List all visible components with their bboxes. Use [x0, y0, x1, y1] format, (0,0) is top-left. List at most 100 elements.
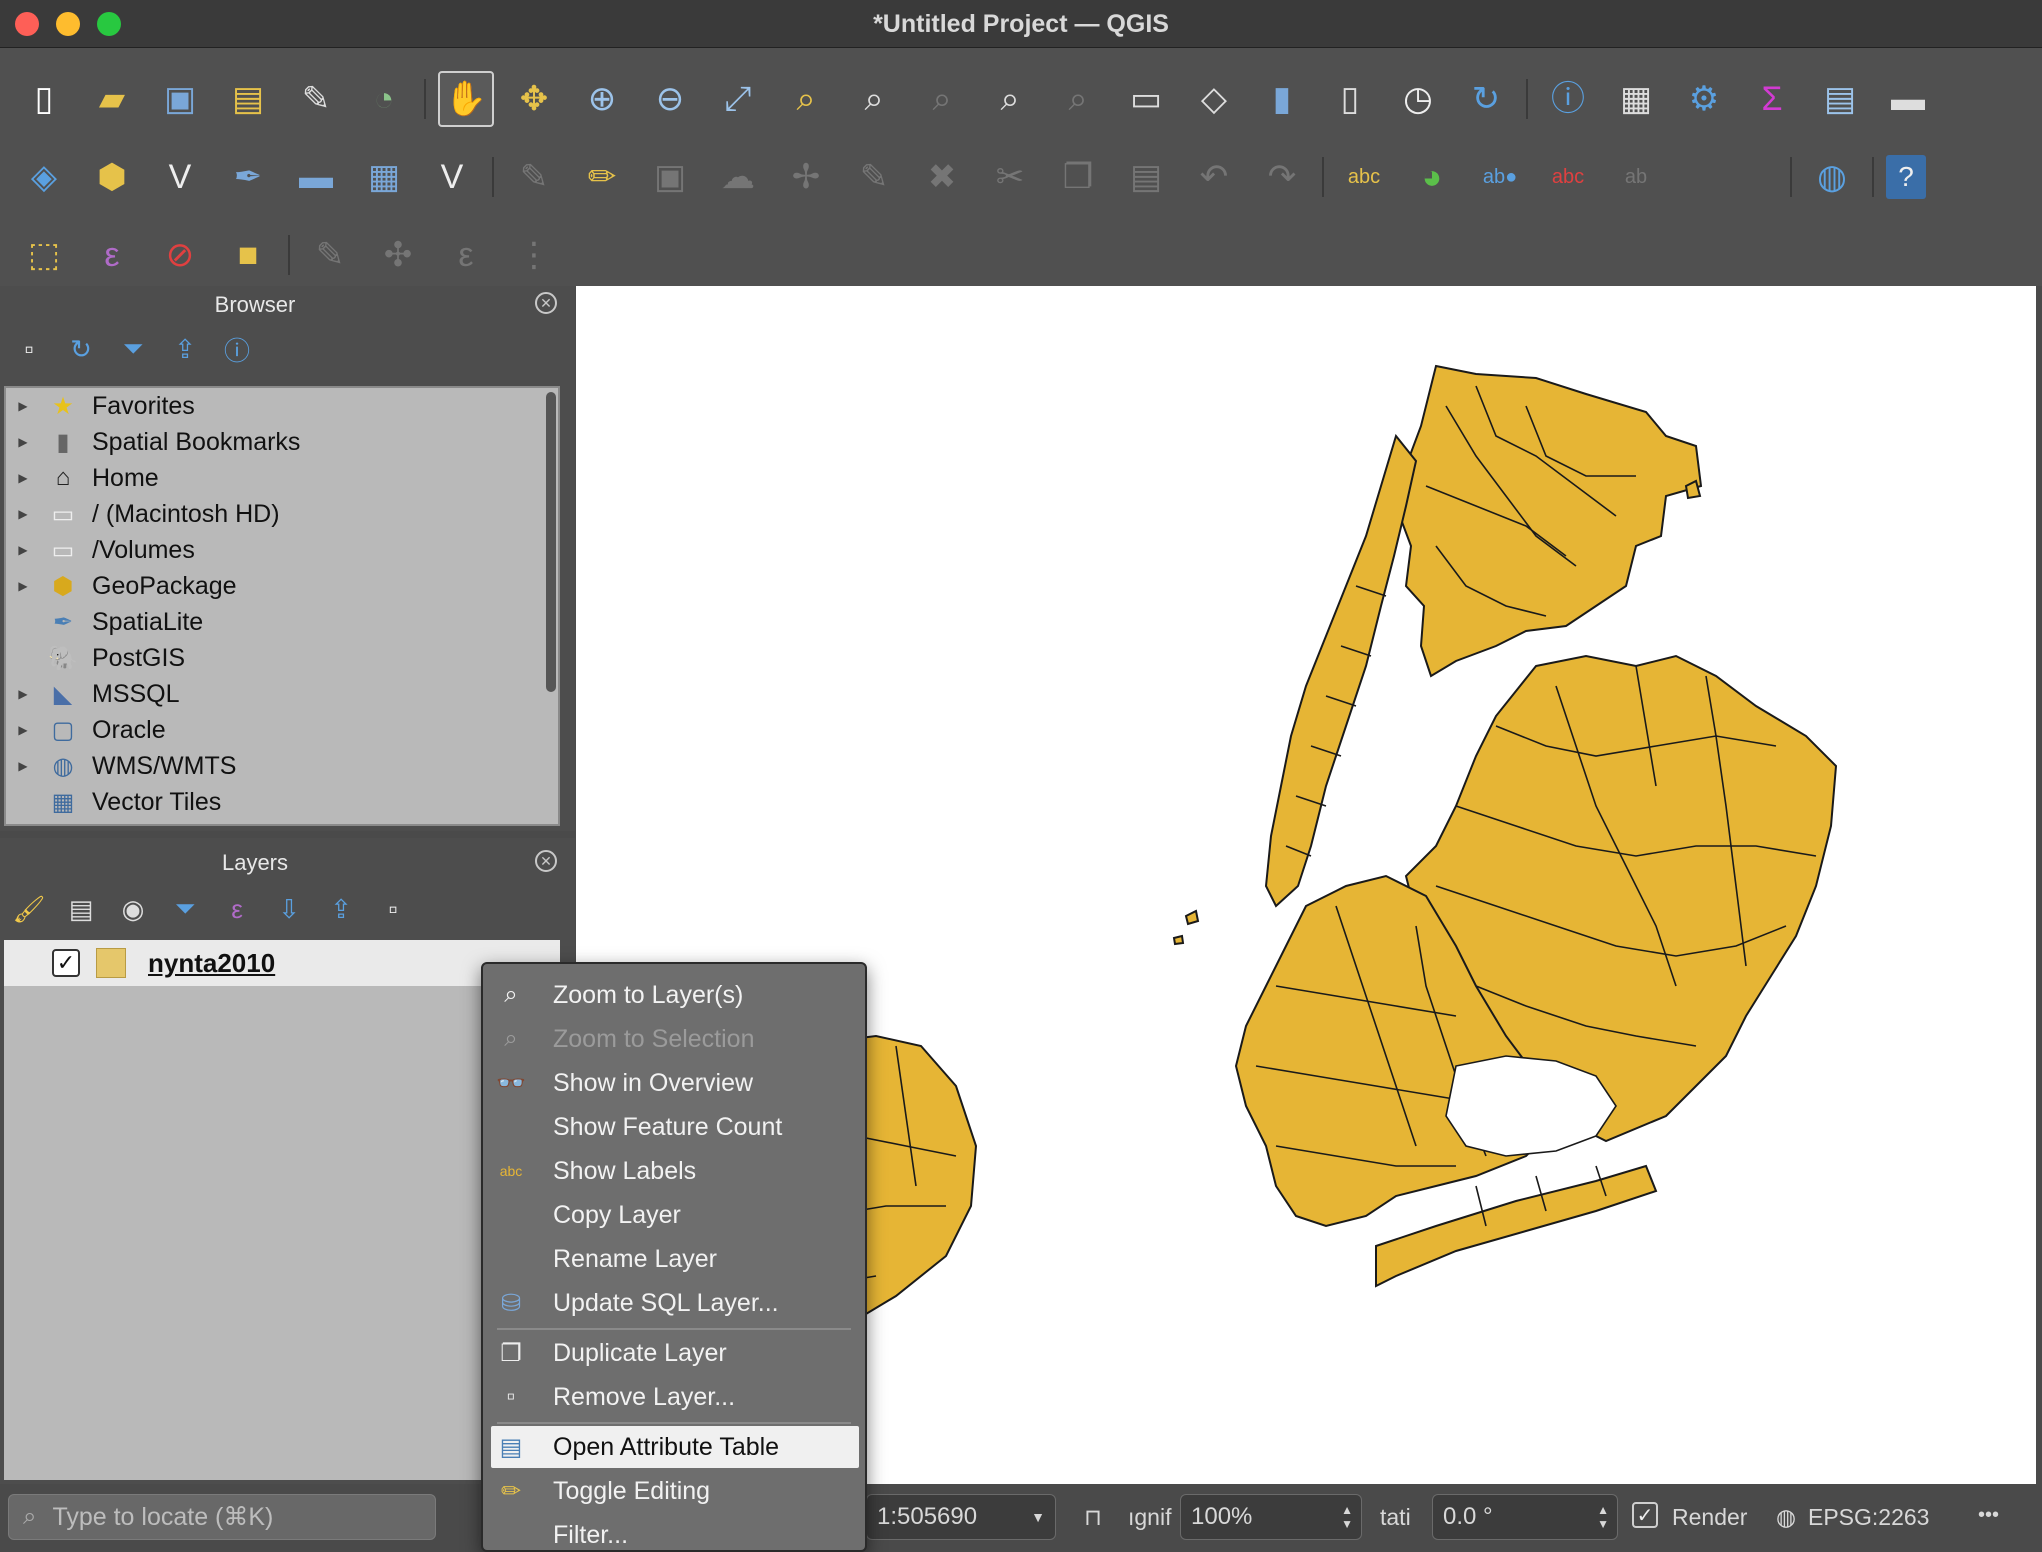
rotation-spinbox[interactable]: 0.0 ° ▲ ▼ [1432, 1494, 1618, 1540]
toolbox-icon[interactable]: ⚙ [1676, 71, 1732, 127]
expand-arrow-icon[interactable]: ▶ [6, 435, 40, 449]
browser-item-geopackage[interactable]: ▶ ⬢ GeoPackage [6, 568, 558, 604]
data-source-manager-icon[interactable]: ◈ [16, 149, 72, 205]
label-toolbar-icon[interactable]: abc [1336, 149, 1392, 205]
browser-item-postgis[interactable]: 🐘 PostGIS [6, 640, 558, 676]
select-by-location-icon[interactable]: ■ [220, 227, 276, 283]
collapse-all-icon[interactable]: ⇪ [322, 890, 360, 928]
style-manager-icon[interactable]: ◔ [356, 71, 412, 127]
remove-layer-icon[interactable]: ▫ [374, 890, 412, 928]
pin-labels-icon[interactable]: ab● [1472, 149, 1528, 205]
pan-icon[interactable]: ✋ [438, 71, 494, 127]
browser-item-vector-tiles[interactable]: ▦ Vector Tiles [6, 784, 558, 820]
style-layer-icon[interactable]: 🖌 [10, 890, 48, 928]
filter-legend-icon[interactable]: ⏷ [166, 890, 204, 928]
zoom-out-icon[interactable]: ⊖ [642, 71, 698, 127]
statistical-summary-icon[interactable]: Σ [1744, 71, 1800, 127]
menu-item-open-attribute-table[interactable]: ▤ Open Attribute Table [491, 1426, 859, 1468]
browser-item-oracle[interactable]: ▶ ▢ Oracle [6, 712, 558, 748]
cut-icon[interactable]: ✂ [982, 149, 1038, 205]
zoom-next-icon[interactable]: ⌕ [1050, 71, 1106, 127]
new-virtual-layer-icon[interactable]: ▦ [356, 149, 412, 205]
deselect-all-icon[interactable]: ⊘ [152, 227, 208, 283]
spinner-arrows-icon[interactable]: ▲ ▼ [1597, 1503, 1609, 1531]
browser-item-spatial-bookmarks[interactable]: ▶ ▮ Spatial Bookmarks [6, 424, 558, 460]
layer-item[interactable]: ✓ nynta2010 [4, 940, 560, 986]
browser-item-spatialite[interactable]: ✒ SpatiaLite [6, 604, 558, 640]
diagram-icon[interactable]: ◕ [1404, 149, 1460, 205]
browser-scrollbar[interactable] [546, 392, 556, 692]
vertex-tool-icon[interactable]: ✢ [778, 149, 834, 205]
undo-icon[interactable]: ↶ [1186, 149, 1242, 205]
menu-item-rename-layer[interactable]: Rename Layer [491, 1238, 859, 1280]
zoom-full-icon[interactable]: ⤢ [710, 71, 766, 127]
select-features-icon[interactable]: ⬚ [16, 227, 72, 283]
new-project-icon[interactable]: ▯ [16, 71, 72, 127]
browser-item-volumes[interactable]: ▶ ▭ /Volumes [6, 532, 558, 568]
layout-manager-icon[interactable]: ✎ [288, 71, 344, 127]
new-spatialite-layer-icon[interactable]: ✒ [220, 149, 276, 205]
digitize-icon[interactable]: ☁ [710, 149, 766, 205]
new-temporary-layer-icon[interactable]: ▬ [288, 149, 344, 205]
menu-item-copy-layer[interactable]: Copy Layer [491, 1194, 859, 1236]
browser-item-macintosh-hd[interactable]: ▶ ▭ / (Macintosh HD) [6, 496, 558, 532]
open-attribute-table-toolbar-icon[interactable]: ▦ [1608, 71, 1664, 127]
menu-item-toggle-editing[interactable]: ✏ Toggle Editing [491, 1470, 859, 1512]
magnifier-spinbox[interactable]: 100% ▲ ▼ [1180, 1494, 1362, 1540]
pan-to-selection-icon[interactable]: ✥ [506, 71, 562, 127]
show-bookmarks-icon[interactable]: ▯ [1322, 71, 1378, 127]
browser-item-wms-wmts[interactable]: ▶ ◍ WMS/WMTS [6, 748, 558, 784]
browser-close-icon[interactable]: ✕ [535, 292, 557, 314]
properties-icon[interactable]: ⓘ [218, 330, 256, 368]
temporal-controller-icon[interactable]: ◷ [1390, 71, 1446, 127]
move-label-icon[interactable]: ab [1608, 149, 1664, 205]
locator-search-input[interactable]: ⌕ Type to locate (⌘K) [8, 1494, 436, 1540]
refresh-icon[interactable]: ↻ [62, 330, 100, 368]
expand-arrow-icon[interactable]: ▶ [6, 399, 40, 413]
messages-icon[interactable]: ••• [1978, 1504, 1999, 1527]
expand-arrow-icon[interactable]: ▶ [6, 543, 40, 557]
menu-item-zoom-to-selection[interactable]: ⌕ Zoom to Selection [491, 1018, 859, 1060]
new-mesh-layer-icon[interactable]: V [424, 149, 480, 205]
identify-icon[interactable]: ⓘ [1540, 71, 1596, 127]
layers-tree[interactable]: ✓ nynta2010 [4, 940, 560, 1480]
browser-tree[interactable]: ▶ ★ Favorites ▶ ▮ Spatial Bookmarks ▶ ⌂ Home ▶… [4, 386, 560, 826]
collapse-all-icon[interactable]: ⇪ [166, 330, 204, 368]
menu-item-show-feature-count[interactable]: Show Feature Count [491, 1106, 859, 1148]
menu-item-zoom-to-layers[interactable]: ⌕ Zoom to Layer(s) [491, 974, 859, 1016]
new-map-view-icon[interactable]: ▭ [1118, 71, 1174, 127]
layer-visibility-checkbox[interactable]: ✓ [52, 949, 80, 977]
layers-close-icon[interactable]: ✕ [535, 850, 557, 872]
expand-arrow-icon[interactable]: ▶ [6, 759, 40, 773]
layer-name[interactable]: nynta2010 [148, 948, 275, 979]
browser-item-mssql[interactable]: ▶ ◣ MSSQL [6, 676, 558, 712]
text-annotation-icon[interactable]: ε [438, 227, 494, 283]
new-3d-view-icon[interactable]: ◇ [1186, 71, 1242, 127]
zoom-native-icon[interactable]: ⌕ [914, 71, 970, 127]
save-project-icon[interactable]: ▣ [152, 71, 208, 127]
filter-expression-icon[interactable]: ε [218, 890, 256, 928]
annotation-icon[interactable]: ✎ [302, 227, 358, 283]
expand-arrow-icon[interactable]: ▶ [6, 471, 40, 485]
zoom-in-icon[interactable]: ⊕ [574, 71, 630, 127]
browser-item-home[interactable]: ▶ ⌂ Home [6, 460, 558, 496]
copy-icon[interactable]: ❐ [1050, 149, 1106, 205]
spinner-arrows-icon[interactable]: ▲ ▼ [1341, 1503, 1353, 1531]
lock-icon[interactable]: ⊓ [1084, 1504, 1102, 1531]
new-geopackage-layer-icon[interactable]: ⬢ [84, 149, 140, 205]
menu-item-duplicate-layer[interactable]: ❐ Duplicate Layer [491, 1332, 859, 1374]
new-bookmark-icon[interactable]: ▮ [1254, 71, 1310, 127]
measure-icon[interactable]: ▬ [1880, 71, 1936, 127]
pin-annotation-icon[interactable]: ✣ [370, 227, 426, 283]
expand-all-icon[interactable]: ⇩ [270, 890, 308, 928]
menu-item-show-in-overview[interactable]: 👓 Show in Overview [491, 1062, 859, 1104]
redo-icon[interactable]: ↷ [1254, 149, 1310, 205]
browser-item-favorites[interactable]: ▶ ★ Favorites [6, 388, 558, 424]
delete-selected-icon[interactable]: ✖ [914, 149, 970, 205]
select-by-expression-icon[interactable]: ε [84, 227, 140, 283]
paste-icon[interactable]: ▤ [1118, 149, 1174, 205]
expand-arrow-icon[interactable]: ▶ [6, 687, 40, 701]
add-group-icon[interactable]: ▤ [62, 890, 100, 928]
modify-attributes-icon[interactable]: ✎ [846, 149, 902, 205]
visibility-eye-icon[interactable]: ◉ [114, 890, 152, 928]
